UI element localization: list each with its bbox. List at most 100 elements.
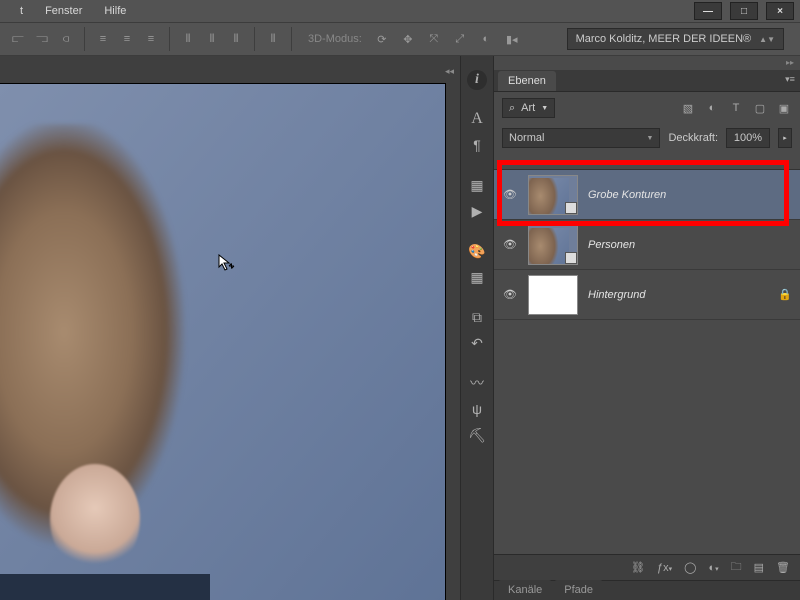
blend-mode-value: Normal: [509, 132, 544, 144]
minimize-button[interactable]: —: [694, 2, 722, 20]
layer-name[interactable]: Grobe Konturen: [588, 189, 666, 201]
tab-layers[interactable]: Ebenen: [498, 71, 556, 91]
camera-icon[interactable]: ▮◂: [502, 27, 522, 51]
image-content: [0, 574, 210, 600]
main-area: ◂◂ i A ¶ ▦ ▶ 🎨 ▦ ⧉ ↶ 〰 ψ ⛏: [0, 56, 800, 600]
distribute-icon[interactable]: ⦀: [263, 27, 283, 51]
trash-icon[interactable]: 🗑: [776, 561, 790, 574]
lock-row: [494, 152, 800, 170]
layer-thumbnail[interactable]: [528, 175, 578, 215]
link-layers-icon[interactable]: ⛓: [631, 561, 645, 574]
filter-pixel-icon[interactable]: ▧: [680, 100, 696, 116]
menubar: t Fenster Hilfe: [0, 0, 800, 22]
scale-icon[interactable]: ⤢: [450, 27, 470, 51]
collapse-icon[interactable]: ▸▸: [786, 58, 794, 67]
smart-object-icon: [565, 252, 577, 264]
opacity-flyout-icon[interactable]: ▸: [778, 128, 792, 148]
distribute-icon[interactable]: ⦀: [226, 27, 246, 51]
layers-filter-row: ⌕ Art ▼ ▧ ◐ T ▢ ▣: [494, 92, 800, 124]
paragraph-icon[interactable]: ¶: [464, 134, 490, 156]
tool-presets-icon[interactable]: ⛏: [464, 424, 490, 446]
visibility-toggle-icon[interactable]: 👁: [502, 187, 518, 203]
menu-item-window[interactable]: Fenster: [45, 5, 82, 17]
close-button[interactable]: ×: [766, 2, 794, 20]
opacity-input[interactable]: 100%: [726, 128, 770, 148]
chevron-down-icon: ▼: [541, 105, 548, 112]
opacity-label: Deckkraft:: [668, 132, 718, 144]
character-icon[interactable]: A: [464, 108, 490, 130]
layer-filter-icons: ▧ ◐ T ▢ ▣: [680, 100, 792, 116]
options-bar: ⫍ ⫎ ⫏ ≡ ≡ ≡ ⦀ ⦀ ⦀ ⦀ 3D-Modus: ⟳ ✥ ⤧ ⤢ ◐ …: [0, 22, 800, 56]
light-icon[interactable]: ◐: [476, 27, 496, 51]
adjustment-icon[interactable]: ◐▾: [708, 562, 718, 574]
chevron-updown-icon: ▲▼: [759, 35, 775, 44]
brush-settings-icon[interactable]: ψ: [464, 398, 490, 420]
distribute-icon[interactable]: ≡: [141, 27, 161, 51]
filter-shape-icon[interactable]: ▢: [752, 100, 768, 116]
layer-row[interactable]: 👁 Grobe Konturen: [494, 170, 800, 220]
tab-paths[interactable]: Pfade: [554, 580, 603, 600]
filter-adjust-icon[interactable]: ◐: [704, 100, 720, 116]
clone-icon[interactable]: ⧉: [464, 306, 490, 328]
align-icon[interactable]: ⫏: [56, 27, 76, 51]
layer-list: 👁 Grobe Konturen 👁 Personen 👁 Hintergrun…: [494, 170, 800, 554]
filter-smart-icon[interactable]: ▣: [776, 100, 792, 116]
image-content: [50, 464, 140, 574]
menu-item[interactable]: t: [20, 5, 23, 17]
tab-channels[interactable]: Kanäle: [498, 580, 552, 600]
history-icon[interactable]: ↶: [464, 332, 490, 354]
collapse-icon[interactable]: ◂◂: [445, 66, 454, 77]
group-icon[interactable]: 🗀: [731, 558, 742, 577]
layer-row[interactable]: 👁 Hintergrund 🔒: [494, 270, 800, 320]
maximize-button[interactable]: □: [730, 2, 758, 20]
layer-name[interactable]: Personen: [588, 239, 635, 251]
separator: [291, 27, 292, 51]
distribute-icon[interactable]: ⦀: [202, 27, 222, 51]
orbit-icon[interactable]: ⟳: [372, 27, 392, 51]
new-layer-icon[interactable]: ▤: [754, 561, 764, 574]
window-controls: — □ ×: [694, 2, 794, 20]
panel-menu-icon[interactable]: ▾≡: [782, 72, 798, 86]
align-icon[interactable]: ⫍: [8, 27, 28, 51]
mask-icon[interactable]: ◯: [684, 561, 696, 574]
layer-row[interactable]: 👁 Personen: [494, 220, 800, 270]
visibility-toggle-icon[interactable]: 👁: [502, 287, 518, 303]
distribute-icon[interactable]: ≡: [117, 27, 137, 51]
canvas-zone: ◂◂: [0, 56, 460, 600]
move-cursor-icon: [218, 254, 236, 272]
swatches-icon[interactable]: ▦: [464, 174, 490, 196]
document-canvas[interactable]: [0, 84, 445, 600]
layer-name[interactable]: Hintergrund: [588, 289, 645, 301]
actions-icon[interactable]: ▶: [464, 200, 490, 222]
fx-icon[interactable]: ƒx▾: [657, 562, 672, 574]
layers-button-bar: ⛓ ƒx▾ ◯ ◐▾ 🗀 ▤ 🗑: [494, 554, 800, 580]
visibility-toggle-icon[interactable]: 👁: [502, 237, 518, 253]
mode3d-label: 3D-Modus:: [308, 33, 362, 45]
separator: [169, 27, 170, 51]
styles-icon[interactable]: ▦: [464, 266, 490, 288]
align-icon[interactable]: ⫎: [32, 27, 52, 51]
menu-item-help[interactable]: Hilfe: [104, 5, 126, 17]
panel-tabs: Ebenen ▾≡: [494, 70, 800, 92]
panels-area: ▸▸ Ebenen ▾≡ ⌕ Art ▼ ▧ ◐ T ▢ ▣: [494, 56, 800, 600]
bottom-panel-tabs: Kanäle Pfade: [494, 580, 800, 600]
panel-icon-strip: i A ¶ ▦ ▶ 🎨 ▦ ⧉ ↶ 〰 ψ ⛏: [460, 56, 494, 600]
filter-type-icon[interactable]: T: [728, 100, 744, 116]
workspace-dropdown[interactable]: Marco Kolditz, MEER DER IDEEN® ▲▼: [567, 28, 784, 50]
info-icon[interactable]: i: [467, 70, 487, 90]
layer-thumbnail[interactable]: [528, 225, 578, 265]
distribute-icon[interactable]: ≡: [93, 27, 113, 51]
filter-type-label: Art: [521, 102, 535, 114]
right-column: i A ¶ ▦ ▶ 🎨 ▦ ⧉ ↶ 〰 ψ ⛏ ▸▸ Ebenen ▾≡: [460, 56, 800, 600]
distribute-icon[interactable]: ⦀: [178, 27, 198, 51]
chevron-down-icon: ▼: [647, 135, 654, 142]
workspace-label: Marco Kolditz, MEER DER IDEEN®: [576, 33, 752, 45]
color-icon[interactable]: 🎨: [464, 240, 490, 262]
layer-filter-type-dropdown[interactable]: ⌕ Art ▼: [502, 98, 555, 118]
blend-mode-dropdown[interactable]: Normal ▼: [502, 128, 660, 148]
pan-icon[interactable]: ✥: [398, 27, 418, 51]
blend-mode-row: Normal ▼ Deckkraft: 100% ▸: [494, 124, 800, 152]
layer-thumbnail[interactable]: [528, 275, 578, 315]
brush-icon[interactable]: 〰: [464, 372, 490, 394]
move-icon[interactable]: ⤧: [424, 27, 444, 51]
